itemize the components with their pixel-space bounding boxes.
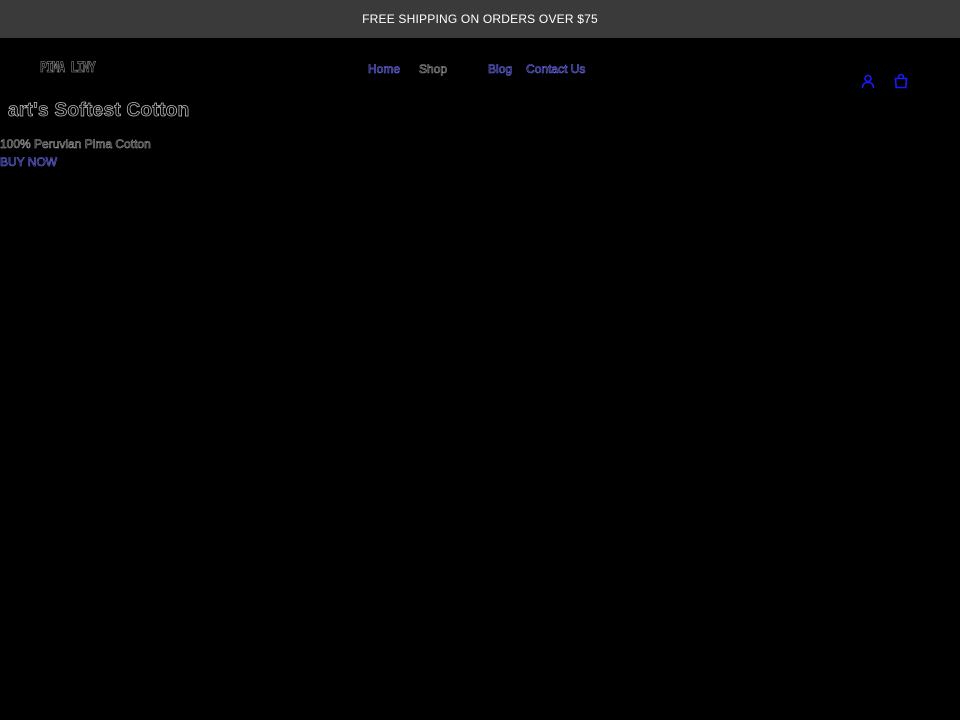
announcement-text: FREE SHIPPING ON ORDERS OVER $75 — [362, 12, 598, 26]
account-icon[interactable] — [860, 73, 876, 89]
nav-link-blog[interactable]: Blog — [488, 62, 513, 77]
header-icons — [860, 73, 909, 89]
main-nav: Home Shop Blog Contact Us — [368, 62, 586, 77]
announcement-bar: FREE SHIPPING ON ORDERS OVER $75 — [0, 0, 960, 38]
logo[interactable]: PIMA LINY — [40, 60, 96, 77]
nav-link-home[interactable]: Home — [368, 62, 401, 77]
cart-icon[interactable] — [893, 73, 909, 89]
nav-link-contact[interactable]: Contact Us — [526, 62, 586, 77]
hero-subtitle: 100% Peruvian Pima Cotton — [0, 137, 151, 152]
hero-title: art's Softest Cotton — [8, 100, 190, 122]
buy-now-button[interactable]: BUY NOW — [0, 155, 57, 170]
nav-link-shop[interactable]: Shop — [419, 62, 448, 77]
site-header: PIMA LINY Home Shop Blog Contact Us — [0, 38, 960, 98]
